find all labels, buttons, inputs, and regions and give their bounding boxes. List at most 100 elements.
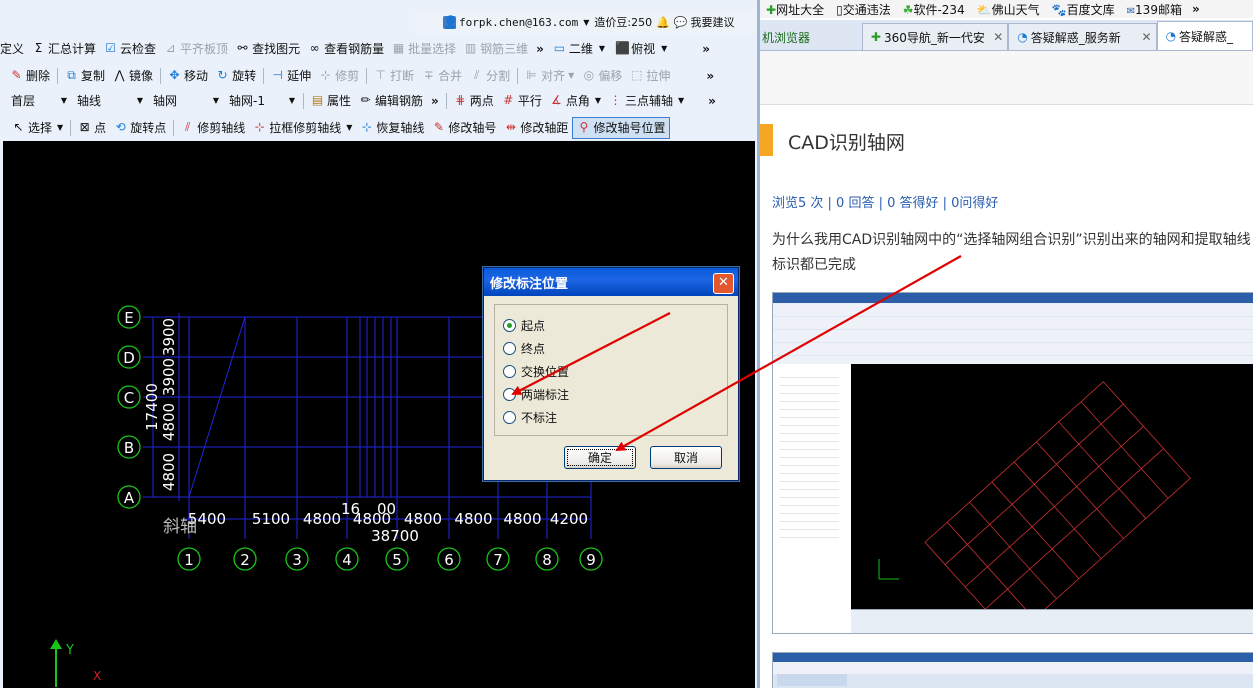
more-chevron-icon[interactable]: »	[1188, 2, 1204, 16]
restore-axis-button[interactable]: ⊹ 恢复轴线	[356, 118, 428, 138]
modify-axis-number-position-button[interactable]: ⚲ 修改轴号位置	[572, 116, 671, 139]
radio-start[interactable]: 起点	[503, 317, 545, 334]
parallel-button[interactable]: # 平行	[498, 91, 546, 111]
tab-browser[interactable]: 机浏览器	[760, 24, 862, 50]
rebar-3d-button[interactable]: ▥ 钢筋三维	[460, 39, 532, 59]
mirror-button[interactable]: ⋀ 镜像	[109, 66, 157, 86]
batch-select-button[interactable]: ▦ 批量选择	[388, 39, 460, 59]
left-dim-label: 4800	[160, 403, 178, 441]
close-tab-icon[interactable]: ✕	[993, 30, 1003, 44]
view-mode-combo[interactable]: ⬛ 俯视 ▼	[612, 40, 670, 58]
radio-both-ends[interactable]: 两端标注	[503, 386, 569, 403]
stretch-button[interactable]: ⬚ 拉伸	[626, 66, 674, 86]
cancel-button[interactable]: 取消	[650, 446, 722, 469]
cube-icon: ▥	[464, 41, 477, 55]
bookmark-item[interactable]: ▯交通违法	[830, 1, 897, 18]
more-chevron-icon[interactable]: »	[702, 69, 718, 83]
break-button[interactable]: ⊤ 打断	[370, 66, 418, 86]
more-chevron-icon[interactable]: »	[532, 42, 548, 56]
column-axis-label: 1	[184, 551, 194, 569]
embedded-screenshot-2[interactable]	[772, 652, 1253, 688]
bookmark-item[interactable]: ⛅佛山天气	[971, 1, 1046, 18]
calc-button[interactable]: Σ 汇总计算	[28, 39, 100, 59]
account-name[interactable]: forpk.chen@163.com	[459, 16, 578, 29]
tab-qa-2[interactable]: ◔ 答疑解惑_	[1156, 21, 1253, 50]
embedded-screenshot[interactable]	[772, 292, 1253, 634]
trim-axis-button[interactable]: ⫽ 修剪轴线	[177, 118, 249, 138]
copy-button[interactable]: ⧉ 复制	[61, 66, 109, 86]
extend-button[interactable]: ⊣ 延伸	[267, 66, 315, 86]
question-stats[interactable]: 浏览5 次 | 0 回答 | 0 答得好 | 0问得好	[772, 192, 998, 211]
more-chevron-icon[interactable]: »	[704, 94, 720, 108]
split-button[interactable]: ⫽ 分割	[466, 66, 514, 86]
more-chevron-icon[interactable]: »	[698, 42, 714, 56]
baidu-icon: 🐾	[1051, 2, 1067, 17]
cloud-check-button[interactable]: ☑ 云检查	[100, 39, 160, 59]
view-2d-combo[interactable]: ▭ 二维 ▼	[550, 40, 608, 58]
radio-swap[interactable]: 交换位置	[503, 363, 569, 380]
flush-slab-button[interactable]: ⊿ 平齐板顶	[160, 39, 232, 59]
bookmark-item[interactable]: ✚网址大全	[760, 1, 830, 18]
tab-360-nav[interactable]: ✚ 360导航_新一代安 ✕	[861, 23, 1009, 50]
properties-button[interactable]: ▤ 属性	[307, 91, 355, 111]
dialog-title: 修改标注位置	[484, 268, 738, 296]
box-trim-axis-button[interactable]: ⊹ 拉框修剪轴线 ▼	[249, 118, 356, 138]
comment-icon[interactable]: 💬	[674, 16, 688, 29]
column-axis-label: 4	[342, 551, 352, 569]
close-tab-icon[interactable]: ✕	[1142, 30, 1152, 44]
trim-button[interactable]: ⊹ 修剪	[315, 66, 363, 86]
eraser-icon: ✎	[11, 68, 22, 82]
two-point-button[interactable]: ⋕ 两点	[450, 91, 498, 111]
box-trim-icon: ⊹	[254, 120, 265, 134]
cursor-icon: ↖	[13, 120, 24, 134]
toolbar-axis-tools: ↖ 选择 ▼ ⊠ 点 ⟲ 旋转点 ⫽ 修剪轴线 ⊹ 拉框修剪轴线 ▼ ⊹ 恢复轴线 ✎ 修改轴号 …	[0, 115, 758, 140]
radio-end[interactable]: 终点	[503, 340, 545, 357]
select-button[interactable]: ↖ 选择 ▼	[0, 118, 67, 138]
rotate-icon: ↻	[217, 68, 228, 82]
three-point-button[interactable]: ⋮ 三点辅轴 ▼	[605, 91, 688, 111]
align-icon: ⊫	[526, 68, 537, 82]
find-element-button[interactable]: ⚯ 查找图元	[232, 39, 304, 59]
left-dim-label: 3900	[160, 318, 178, 356]
define-button[interactable]: 定义	[0, 39, 28, 59]
price-label: 造价豆:250	[594, 16, 653, 29]
slant-axis-label: 斜轴	[163, 517, 197, 537]
edit-rebar-button[interactable]: ✏ 编辑钢筋	[355, 91, 427, 111]
point-angle-icon: ∡	[550, 93, 562, 107]
bookmark-item[interactable]: ☘软件-234	[897, 1, 971, 18]
point-angle-button[interactable]: ∡ 点角 ▼	[546, 91, 605, 111]
type-select[interactable]: 轴线 ▼	[74, 92, 146, 110]
close-icon[interactable]: ✕	[713, 273, 734, 294]
merge-button[interactable]: ∓ 合并	[418, 66, 466, 86]
parallel-icon: #	[503, 93, 514, 107]
modify-axis-distance-button[interactable]: ⇹ 修改轴距	[500, 118, 572, 138]
sub-type-select[interactable]: 轴网 ▼	[150, 92, 222, 110]
copy-icon: ⧉	[67, 68, 76, 82]
radio-none[interactable]: 不标注	[503, 409, 557, 426]
delete-button[interactable]: ✎ 删除	[0, 66, 54, 86]
offset-button[interactable]: ◎ 偏移	[578, 66, 626, 86]
bottom-dim-label: 5100	[252, 510, 290, 528]
chevron-down-icon[interactable]: ▼	[583, 18, 589, 27]
axis-select[interactable]: 轴网-1 ▼	[226, 92, 298, 110]
user-icon: 👤	[443, 14, 458, 29]
extend-icon: ⊣	[272, 68, 283, 82]
align-button[interactable]: ⊫ 对齐 ▼	[521, 66, 578, 86]
row-axis-label: E	[124, 309, 133, 327]
floor-select[interactable]: 首层 ▼	[8, 92, 70, 110]
suggest-link[interactable]: 我要建议	[690, 14, 734, 30]
rotate-point-button[interactable]: ⟲ 旋转点	[110, 118, 170, 138]
toolbar-main: 定义 Σ 汇总计算 ☑ 云检查 ⊿ 平齐板顶 ⚯ 查找图元 ∞ 查看钢筋量 ▦ 批量选择 ▥…	[0, 36, 758, 61]
bookmark-item[interactable]: ✉139邮箱	[1121, 1, 1188, 18]
view-rebar-button[interactable]: ∞ 查看钢筋量	[304, 39, 388, 59]
move-button[interactable]: ✥ 移动	[164, 66, 212, 86]
bell-icon[interactable]: 🔔	[656, 16, 670, 29]
bookmark-item[interactable]: 🐾百度文库	[1046, 1, 1121, 18]
point-button[interactable]: ⊠ 点	[74, 118, 110, 138]
modify-axis-number-button[interactable]: ✎ 修改轴号	[428, 118, 500, 138]
tab-qa-1[interactable]: ◔ 答疑解惑_服务新 ✕	[1008, 23, 1157, 50]
toolbar-layer: 首层 ▼ 轴线 ▼ 轴网 ▼ 轴网-1 ▼ ▤ 属性 ✏ 编辑钢筋 » ⋕ 两点 # 平行 ∡ 点…	[0, 88, 758, 113]
ok-button[interactable]: 确定	[564, 446, 636, 469]
rotate-button[interactable]: ↻ 旋转	[212, 66, 260, 86]
more-chevron-icon[interactable]: »	[427, 94, 443, 108]
